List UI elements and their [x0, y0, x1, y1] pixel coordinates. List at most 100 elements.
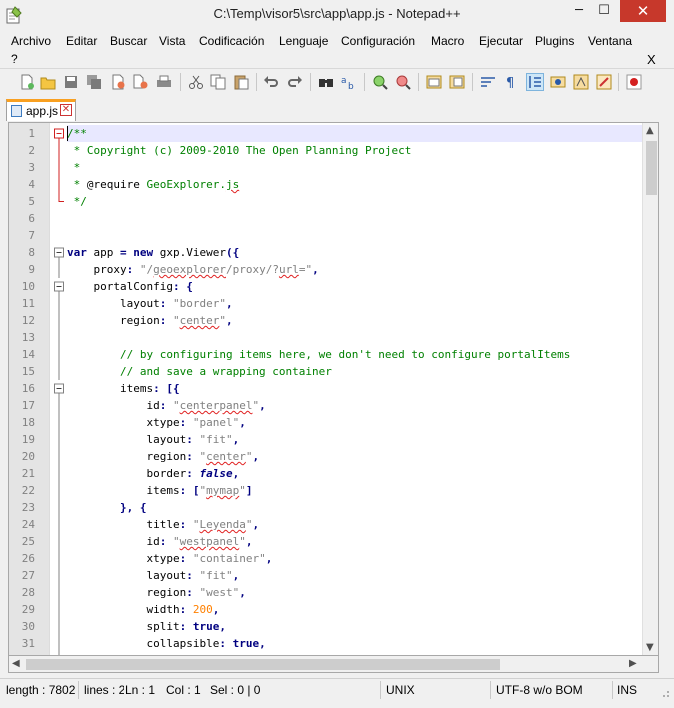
print-icon[interactable]	[156, 74, 172, 90]
fold-markers[interactable]	[50, 123, 68, 656]
code-line[interactable]: * Copyright (c) 2009-2010 The Open Plann…	[67, 142, 647, 159]
code-line[interactable]: // by configuring items here, we don't n…	[67, 346, 647, 363]
code-line[interactable]: items: [{	[67, 380, 647, 397]
replace-icon[interactable]: ab	[341, 74, 357, 90]
code-line[interactable]: }, {	[67, 499, 647, 516]
tab-close-icon[interactable]: ✕	[60, 104, 72, 116]
zoom-out-icon[interactable]	[395, 74, 411, 90]
undo-icon[interactable]	[263, 74, 279, 90]
fold-toggle-icon[interactable]	[54, 128, 64, 139]
menu-plugins[interactable]: Plugins	[535, 34, 574, 48]
menu-lenguaje[interactable]: Lenguaje	[279, 34, 328, 48]
close-file-icon[interactable]	[110, 74, 126, 90]
save-icon[interactable]	[63, 74, 79, 90]
code-line[interactable]: var app = new gxp.Viewer({	[67, 244, 647, 261]
close-document-button[interactable]: X	[647, 52, 656, 67]
horizontal-scrollbar[interactable]: ◀ ▶	[8, 656, 659, 673]
code-line[interactable]: title: "Leyenda",	[67, 516, 647, 533]
code-line[interactable]	[67, 227, 647, 244]
code-line[interactable]	[67, 210, 647, 227]
code-line[interactable]: items: ["mymap"]	[67, 482, 647, 499]
menu-configuracion[interactable]: Configuración	[341, 34, 415, 48]
code-line[interactable]: region: "west",	[67, 584, 647, 601]
code-line[interactable]: proxy: "/geoexplorer/proxy/?url=",	[67, 261, 647, 278]
code-line[interactable]: layout: "border",	[67, 295, 647, 312]
sync-horizontal-icon[interactable]	[449, 74, 465, 90]
code-editor[interactable]: 1 2 3 4 5 6 7 8 9 10 11 12 13 14 15 16 17 18 19 20 21 22 23 24 2…	[8, 122, 659, 656]
code-line[interactable]: /**	[67, 125, 647, 142]
record-macro-icon[interactable]	[626, 74, 642, 90]
code-line[interactable]: xtype: "container",	[67, 550, 647, 567]
menu-editar[interactable]: Editar	[66, 34, 97, 48]
sync-vertical-icon[interactable]	[426, 74, 442, 90]
menu-ventana[interactable]: Ventana	[588, 34, 632, 48]
vertical-scrollbar[interactable]: ▲ ▼	[642, 123, 658, 655]
code-line[interactable]: layout: "fit",	[67, 567, 647, 584]
line-number: 9	[28, 263, 35, 276]
fold-toggle-icon[interactable]	[54, 281, 64, 292]
doc-map-icon[interactable]	[596, 74, 612, 90]
code-line[interactable]: region: "center",	[67, 312, 647, 329]
menu-help[interactable]: ?	[11, 52, 18, 66]
code-line[interactable]	[67, 329, 647, 346]
fold-toggle-icon[interactable]	[54, 247, 64, 258]
tab-app-js[interactable]: app.js ✕	[6, 99, 76, 121]
code-line[interactable]: layout: "fit",	[67, 431, 647, 448]
vertical-scroll-thumb[interactable]	[646, 141, 657, 195]
code-token: true	[192, 620, 220, 633]
fold-margin[interactable]	[49, 123, 67, 655]
code-line[interactable]: // and save a wrapping container	[67, 363, 647, 380]
code-line[interactable]: collapsible: true,	[67, 635, 647, 652]
code-line[interactable]: id: "westpanel",	[67, 533, 647, 550]
code-line[interactable]: id: "centerpanel",	[67, 397, 647, 414]
code-token: *	[67, 178, 87, 191]
code-line[interactable]: */	[67, 193, 647, 210]
indent-guide-icon[interactable]	[526, 73, 544, 91]
code-token: =	[120, 246, 127, 259]
save-all-icon[interactable]	[86, 74, 102, 90]
user-lang-icon[interactable]	[550, 74, 566, 90]
close-all-icon[interactable]	[132, 74, 148, 90]
zoom-in-icon[interactable]	[372, 74, 388, 90]
show-all-chars-icon[interactable]: ¶	[503, 74, 519, 90]
cut-icon[interactable]	[188, 74, 204, 90]
menu-ejecutar[interactable]: Ejecutar	[479, 34, 523, 48]
code-line[interactable]: xtype: "panel",	[67, 414, 647, 431]
svg-text:¶: ¶	[506, 76, 514, 90]
code-token: "fit"	[192, 433, 233, 446]
code-line[interactable]: region: "center",	[67, 448, 647, 465]
scroll-up-icon[interactable]: ▲	[646, 125, 654, 136]
code-token: geoexplorer	[153, 263, 226, 276]
code-token: :	[186, 569, 193, 582]
function-list-icon[interactable]	[573, 74, 589, 90]
code-line[interactable]: * @require GeoExplorer.js	[67, 176, 647, 193]
code-line[interactable]: border: false,	[67, 465, 647, 482]
new-file-icon[interactable]	[19, 74, 35, 90]
menu-macro[interactable]: Macro	[431, 34, 464, 48]
fold-toggle-icon[interactable]	[54, 383, 64, 394]
paste-icon[interactable]	[233, 74, 249, 90]
menu-archivo[interactable]: Archivo	[11, 34, 51, 48]
open-file-icon[interactable]	[40, 74, 56, 90]
redo-icon[interactable]	[287, 74, 303, 90]
code-line[interactable]: *	[67, 159, 647, 176]
code-token: id	[67, 535, 160, 548]
code-token: :	[186, 467, 193, 480]
close-window-button[interactable]: ✕	[620, 0, 666, 22]
word-wrap-icon[interactable]	[480, 74, 496, 90]
menu-codificacion[interactable]: Codificación	[199, 34, 264, 48]
scroll-left-icon[interactable]: ◀	[12, 658, 20, 669]
menu-buscar[interactable]: Buscar	[110, 34, 147, 48]
scroll-right-icon[interactable]: ▶	[629, 658, 637, 669]
resize-grip-icon[interactable]	[660, 688, 670, 698]
horizontal-scroll-thumb[interactable]	[26, 659, 500, 670]
code-area[interactable]: /** * Copyright (c) 2009-2010 The Open P…	[67, 123, 647, 655]
code-line[interactable]: width: 200,	[67, 601, 647, 618]
find-icon[interactable]	[318, 74, 334, 90]
copy-icon[interactable]	[210, 74, 226, 90]
code-line[interactable]: split: true,	[67, 618, 647, 635]
menu-vista[interactable]: Vista	[159, 34, 185, 48]
code-line[interactable]: portalConfig: {	[67, 278, 647, 295]
scroll-down-icon[interactable]: ▼	[646, 642, 654, 653]
